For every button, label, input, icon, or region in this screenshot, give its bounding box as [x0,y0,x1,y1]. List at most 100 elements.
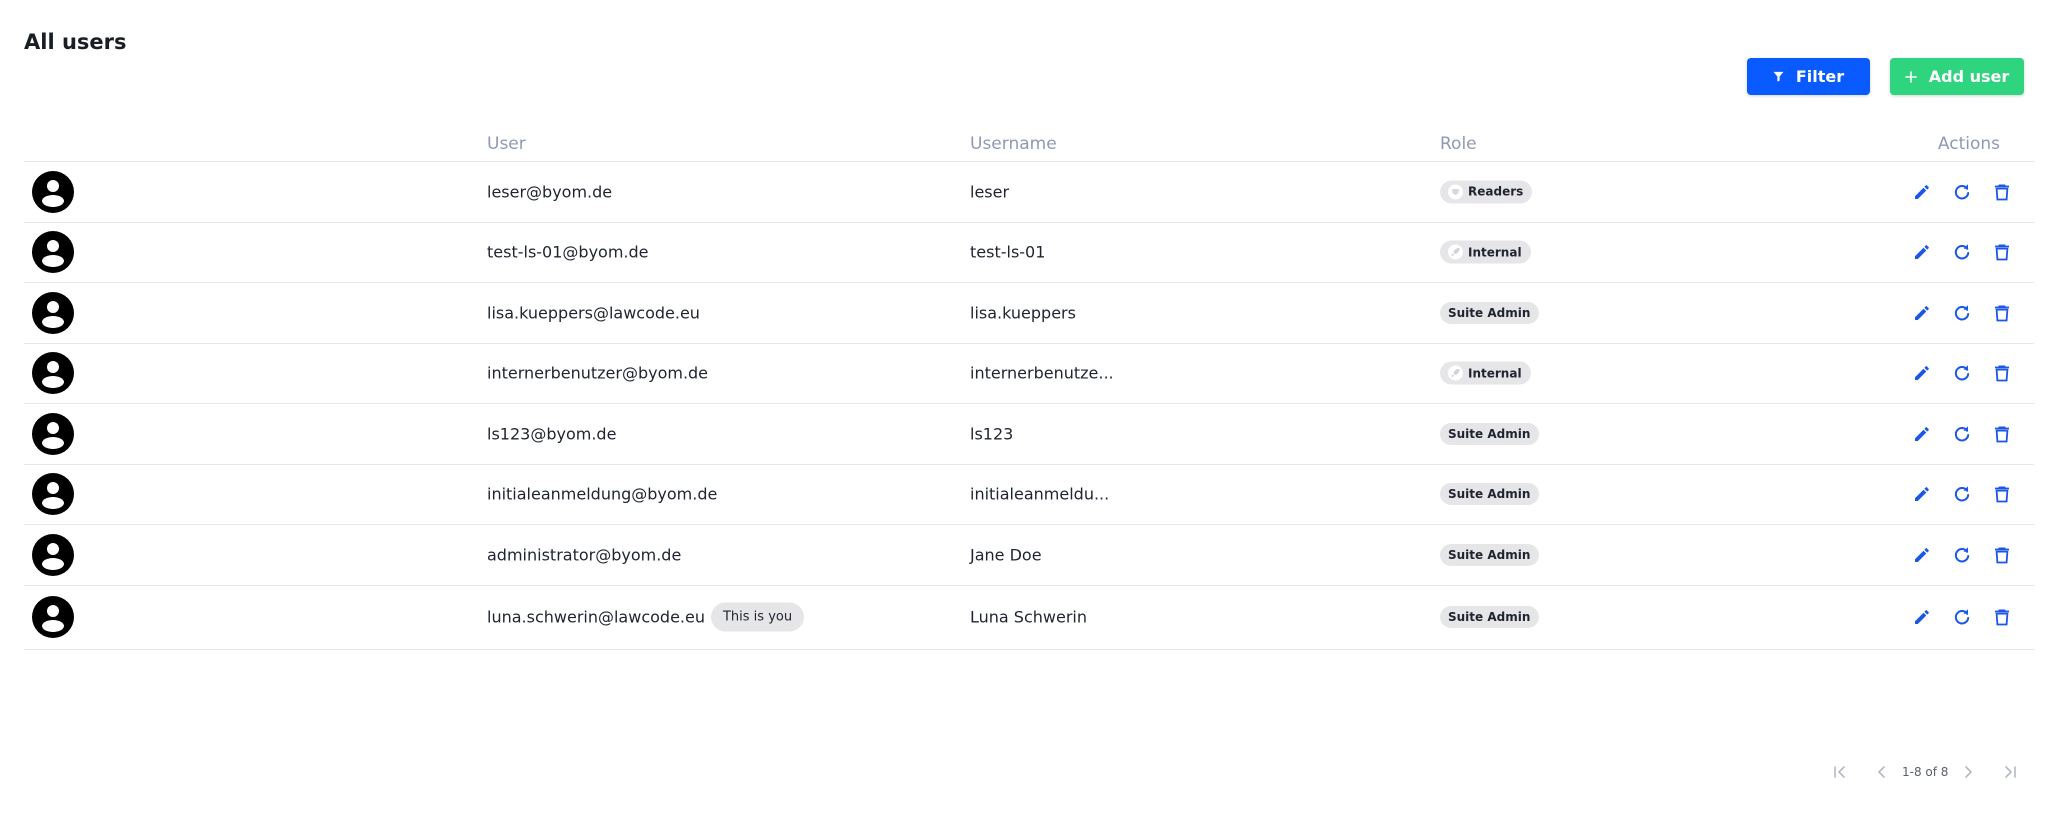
table-header: User Username Role Actions [24,130,2034,162]
column-header-actions: Actions [1937,134,2000,154]
row-actions [1910,422,2014,446]
table-row[interactable]: internerbenutzer@byom.de internerbenutze… [24,344,2034,404]
pagination: 1-8 of 8 [1828,760,2022,784]
filter-button-label: Filter [1795,67,1845,86]
reset-icon[interactable] [1950,605,1974,629]
row-actions [1910,605,2014,629]
delete-icon[interactable] [1990,361,2014,385]
table-row[interactable]: test-ls-01@byom.de test-ls-01 Internal [24,223,2034,283]
user-email-cell: initialeanmeldung@byom.de [487,485,717,504]
edit-icon[interactable] [1910,482,1934,506]
role-label: Suite Admin [1448,547,1531,562]
user-email-cell: ls123@byom.de [487,424,616,443]
avatar-icon [32,596,74,638]
role-badge: Suite Admin [1440,543,1540,566]
user-email-cell: luna.schwerin@lawcode.eu This is you [487,602,805,632]
role-badge: Suite Admin [1440,301,1540,324]
username-cell: lisa.kueppers [970,303,1076,323]
reset-icon[interactable] [1950,180,1974,204]
reset-icon[interactable] [1950,422,1974,446]
rocket-icon [1448,244,1463,260]
username-cell: test-ls-01 [970,242,1046,262]
column-header-user[interactable]: User [487,134,526,154]
delete-icon[interactable] [1990,240,2014,264]
delete-icon[interactable] [1990,482,2014,506]
edit-icon[interactable] [1910,422,1934,446]
reset-icon[interactable] [1950,482,1974,506]
filter-button[interactable]: Filter [1747,58,1870,95]
role-label: Suite Admin [1448,305,1531,320]
reset-icon[interactable] [1950,240,1974,264]
add-user-button-label: Add user [1928,67,2010,86]
add-user-button[interactable]: Add user [1890,58,2024,95]
users-table: User Username Role Actions leser@byom.de… [24,130,2034,650]
role-label: Suite Admin [1448,426,1531,441]
reset-icon[interactable] [1950,301,1974,325]
avatar-icon [32,231,74,274]
page-title: All users [24,30,127,54]
column-header-role[interactable]: Role [1440,134,1477,154]
user-email: administrator@byom.de [487,545,682,565]
edit-icon[interactable] [1910,605,1934,629]
role-badge: Suite Admin [1440,483,1540,506]
table-row[interactable]: administrator@byom.de Jane Doe Suite Adm… [24,525,2034,586]
shield-icon [1448,184,1463,200]
role-label: Suite Admin [1448,487,1531,502]
first-page-icon[interactable] [1828,760,1852,784]
table-row[interactable]: ls123@byom.de ls123 Suite Admin [24,404,2034,465]
reset-icon[interactable] [1950,361,1974,385]
table-row[interactable]: leser@byom.de leser Readers [24,162,2034,223]
delete-icon[interactable] [1990,543,2014,567]
avatar-icon [32,473,74,516]
plus-icon [1904,70,1917,83]
edit-icon[interactable] [1910,240,1934,264]
filter-icon [1773,71,1784,82]
user-email: ls123@byom.de [487,424,617,444]
role-label: Suite Admin [1448,610,1531,624]
column-header-username[interactable]: Username [970,134,1057,154]
row-actions [1910,543,2014,567]
row-actions [1910,482,2014,506]
role-label: Internal [1468,245,1522,260]
role-badge: Internal [1440,240,1531,264]
row-actions [1910,301,2014,325]
edit-icon[interactable] [1910,301,1934,325]
user-email: lisa.kueppers@lawcode.eu [487,303,700,323]
last-page-icon[interactable] [1998,760,2022,784]
username-cell: internerbenutze... [970,363,1114,383]
username-cell: initialeanmeldu... [970,484,1110,504]
role-badge: Suite Admin [1440,422,1540,445]
edit-icon[interactable] [1910,543,1934,567]
user-email-cell: lisa.kueppers@lawcode.eu [487,303,700,322]
row-actions [1910,180,2014,204]
avatar-icon [32,291,74,334]
user-email: test-ls-01@byom.de [487,242,649,262]
delete-icon[interactable] [1990,301,2014,325]
avatar-icon [32,412,74,455]
username-cell: leser [970,182,1010,202]
next-page-icon[interactable] [1956,760,1980,784]
role-label: Readers [1468,184,1524,199]
table-row[interactable]: luna.schwerin@lawcode.eu This is you Lun… [24,586,2034,650]
reset-icon[interactable] [1950,543,1974,567]
user-email-cell: test-ls-01@byom.de [487,243,649,262]
username-cell: Luna Schwerin [970,607,1087,627]
user-email-cell: leser@byom.de [487,182,612,201]
rocket-icon [1448,365,1463,381]
delete-icon[interactable] [1990,422,2014,446]
table-row[interactable]: lisa.kueppers@lawcode.eu lisa.kueppers S… [24,283,2034,344]
row-actions [1910,361,2014,385]
user-email-cell: administrator@byom.de [487,545,681,564]
role-label: Internal [1468,366,1522,381]
delete-icon[interactable] [1990,180,2014,204]
this-is-you-badge: This is you [710,602,805,632]
avatar-icon [32,352,74,395]
edit-icon[interactable] [1910,361,1934,385]
delete-icon[interactable] [1990,605,2014,629]
user-email: luna.schwerin@lawcode.eu [487,607,705,627]
user-email: internerbenutzer@byom.de [487,363,709,383]
table-row[interactable]: initialeanmeldung@byom.de initialeanmeld… [24,465,2034,525]
edit-icon[interactable] [1910,180,1934,204]
row-actions [1910,240,2014,264]
previous-page-icon[interactable] [1870,760,1894,784]
